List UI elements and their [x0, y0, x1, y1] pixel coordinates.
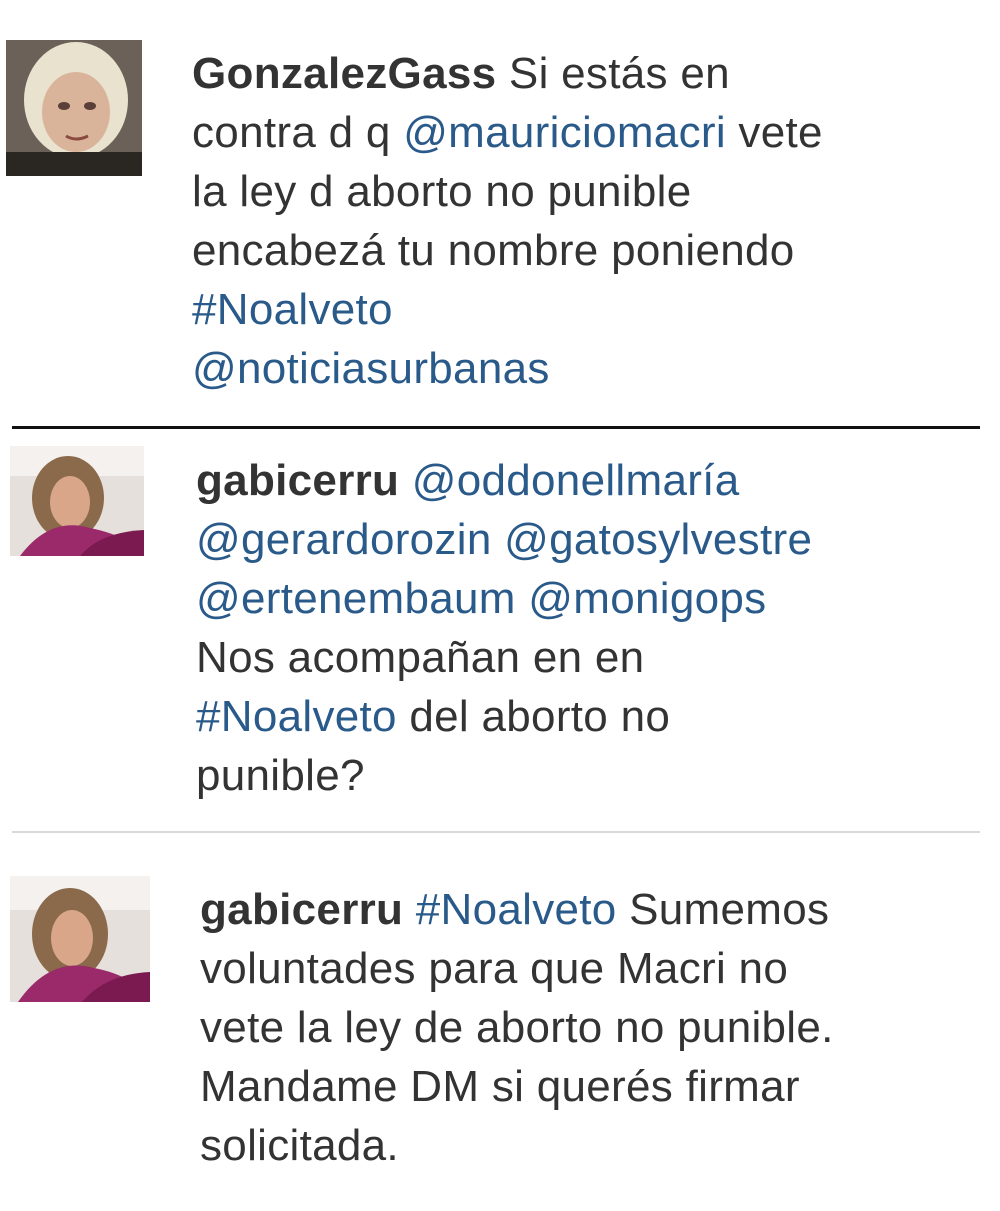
tweet-line: vete la ley de aborto no punible.	[200, 998, 834, 1057]
tweet-text: gabicerru #Noalveto Sumemos voluntades pa…	[200, 880, 834, 1175]
tweet-text-fragment: voluntades para que Macri no	[200, 944, 789, 993]
tweet-text-fragment: Nos acompañan en en	[196, 633, 645, 682]
tweet-text-fragment: del aborto no	[396, 692, 671, 741]
username-link[interactable]: gabicerru	[196, 456, 399, 505]
tweet-line: encabezá tu nombre poniendo	[192, 221, 823, 280]
tweet-line: Mandame DM si querés firmar	[200, 1057, 834, 1116]
user-avatar[interactable]	[10, 446, 144, 556]
tweet-line: punible?	[196, 746, 812, 805]
tweet-text-fragment	[492, 515, 505, 564]
tweet-line: Nos acompañan en en	[196, 628, 812, 687]
username-link[interactable]: GonzalezGass	[192, 49, 496, 98]
user-avatar-icon	[6, 40, 142, 176]
tweet-text-fragment	[399, 456, 412, 505]
tweet-text-fragment: Si estás en	[496, 49, 730, 98]
tweet-divider	[12, 426, 980, 429]
username-link[interactable]: gabicerru	[200, 885, 403, 934]
tweet-text: gabicerru @oddonellmaría @gerardorozin @g…	[196, 451, 812, 805]
tweet-text-fragment: vete	[725, 108, 823, 157]
mention-link[interactable]: @mauriciomacri	[403, 108, 726, 157]
tweet-line: voluntades para que Macri no	[200, 939, 834, 998]
user-avatar-icon	[10, 876, 150, 1002]
mention-link[interactable]: @gatosylvestre	[504, 515, 812, 564]
tweet-line: @gerardorozin @gatosylvestre	[196, 510, 812, 569]
mention-link[interactable]: @gerardorozin	[196, 515, 492, 564]
user-avatar[interactable]	[10, 876, 150, 1002]
user-avatar[interactable]	[6, 40, 142, 176]
tweet-line: la ley d aborto no punible	[192, 162, 823, 221]
tweet-line: gabicerru #Noalveto Sumemos	[200, 880, 834, 939]
hashtag-link[interactable]: #Noalveto	[196, 692, 397, 741]
tweet-divider	[12, 831, 980, 833]
tweet-line: #Noalveto	[192, 280, 823, 339]
tweet-timeline: GonzalezGass Si estás en contra d q @maur…	[0, 0, 1000, 1211]
mention-link[interactable]: @oddonellmaría	[412, 456, 740, 505]
tweet-line: @noticiasurbanas	[192, 339, 823, 398]
tweet-line: gabicerru @oddonellmaría	[196, 451, 812, 510]
tweet-text-fragment: encabezá tu nombre poniendo	[192, 226, 795, 275]
tweet-text-fragment: Mandame DM si querés firmar	[200, 1062, 800, 1111]
tweet-text-fragment	[403, 885, 416, 934]
user-avatar-icon	[10, 446, 144, 556]
tweet-text-fragment: vete la ley de aborto no punible.	[200, 1003, 834, 1052]
tweet-text-fragment: Sumemos	[616, 885, 830, 934]
tweet-line: @ertenembaum @monigops	[196, 569, 812, 628]
tweet-text-fragment: contra d q	[192, 108, 404, 157]
hashtag-link[interactable]: #Noalveto	[192, 285, 393, 334]
tweet-text-fragment: solicitada.	[200, 1121, 399, 1170]
tweet-text: GonzalezGass Si estás en contra d q @maur…	[192, 44, 823, 398]
tweet-text-fragment: punible?	[196, 751, 365, 800]
tweet-line: solicitada.	[200, 1116, 834, 1175]
tweet-text-fragment	[516, 574, 529, 623]
hashtag-link[interactable]: #Noalveto	[416, 885, 617, 934]
mention-link[interactable]: @monigops	[528, 574, 766, 623]
tweet-line: contra d q @mauriciomacri vete	[192, 103, 823, 162]
tweet-line: GonzalezGass Si estás en	[192, 44, 823, 103]
mention-link[interactable]: @noticiasurbanas	[192, 344, 550, 393]
tweet-text-fragment: la ley d aborto no punible	[192, 167, 692, 216]
tweet-line: #Noalveto del aborto no	[196, 687, 812, 746]
mention-link[interactable]: @ertenembaum	[196, 574, 516, 623]
